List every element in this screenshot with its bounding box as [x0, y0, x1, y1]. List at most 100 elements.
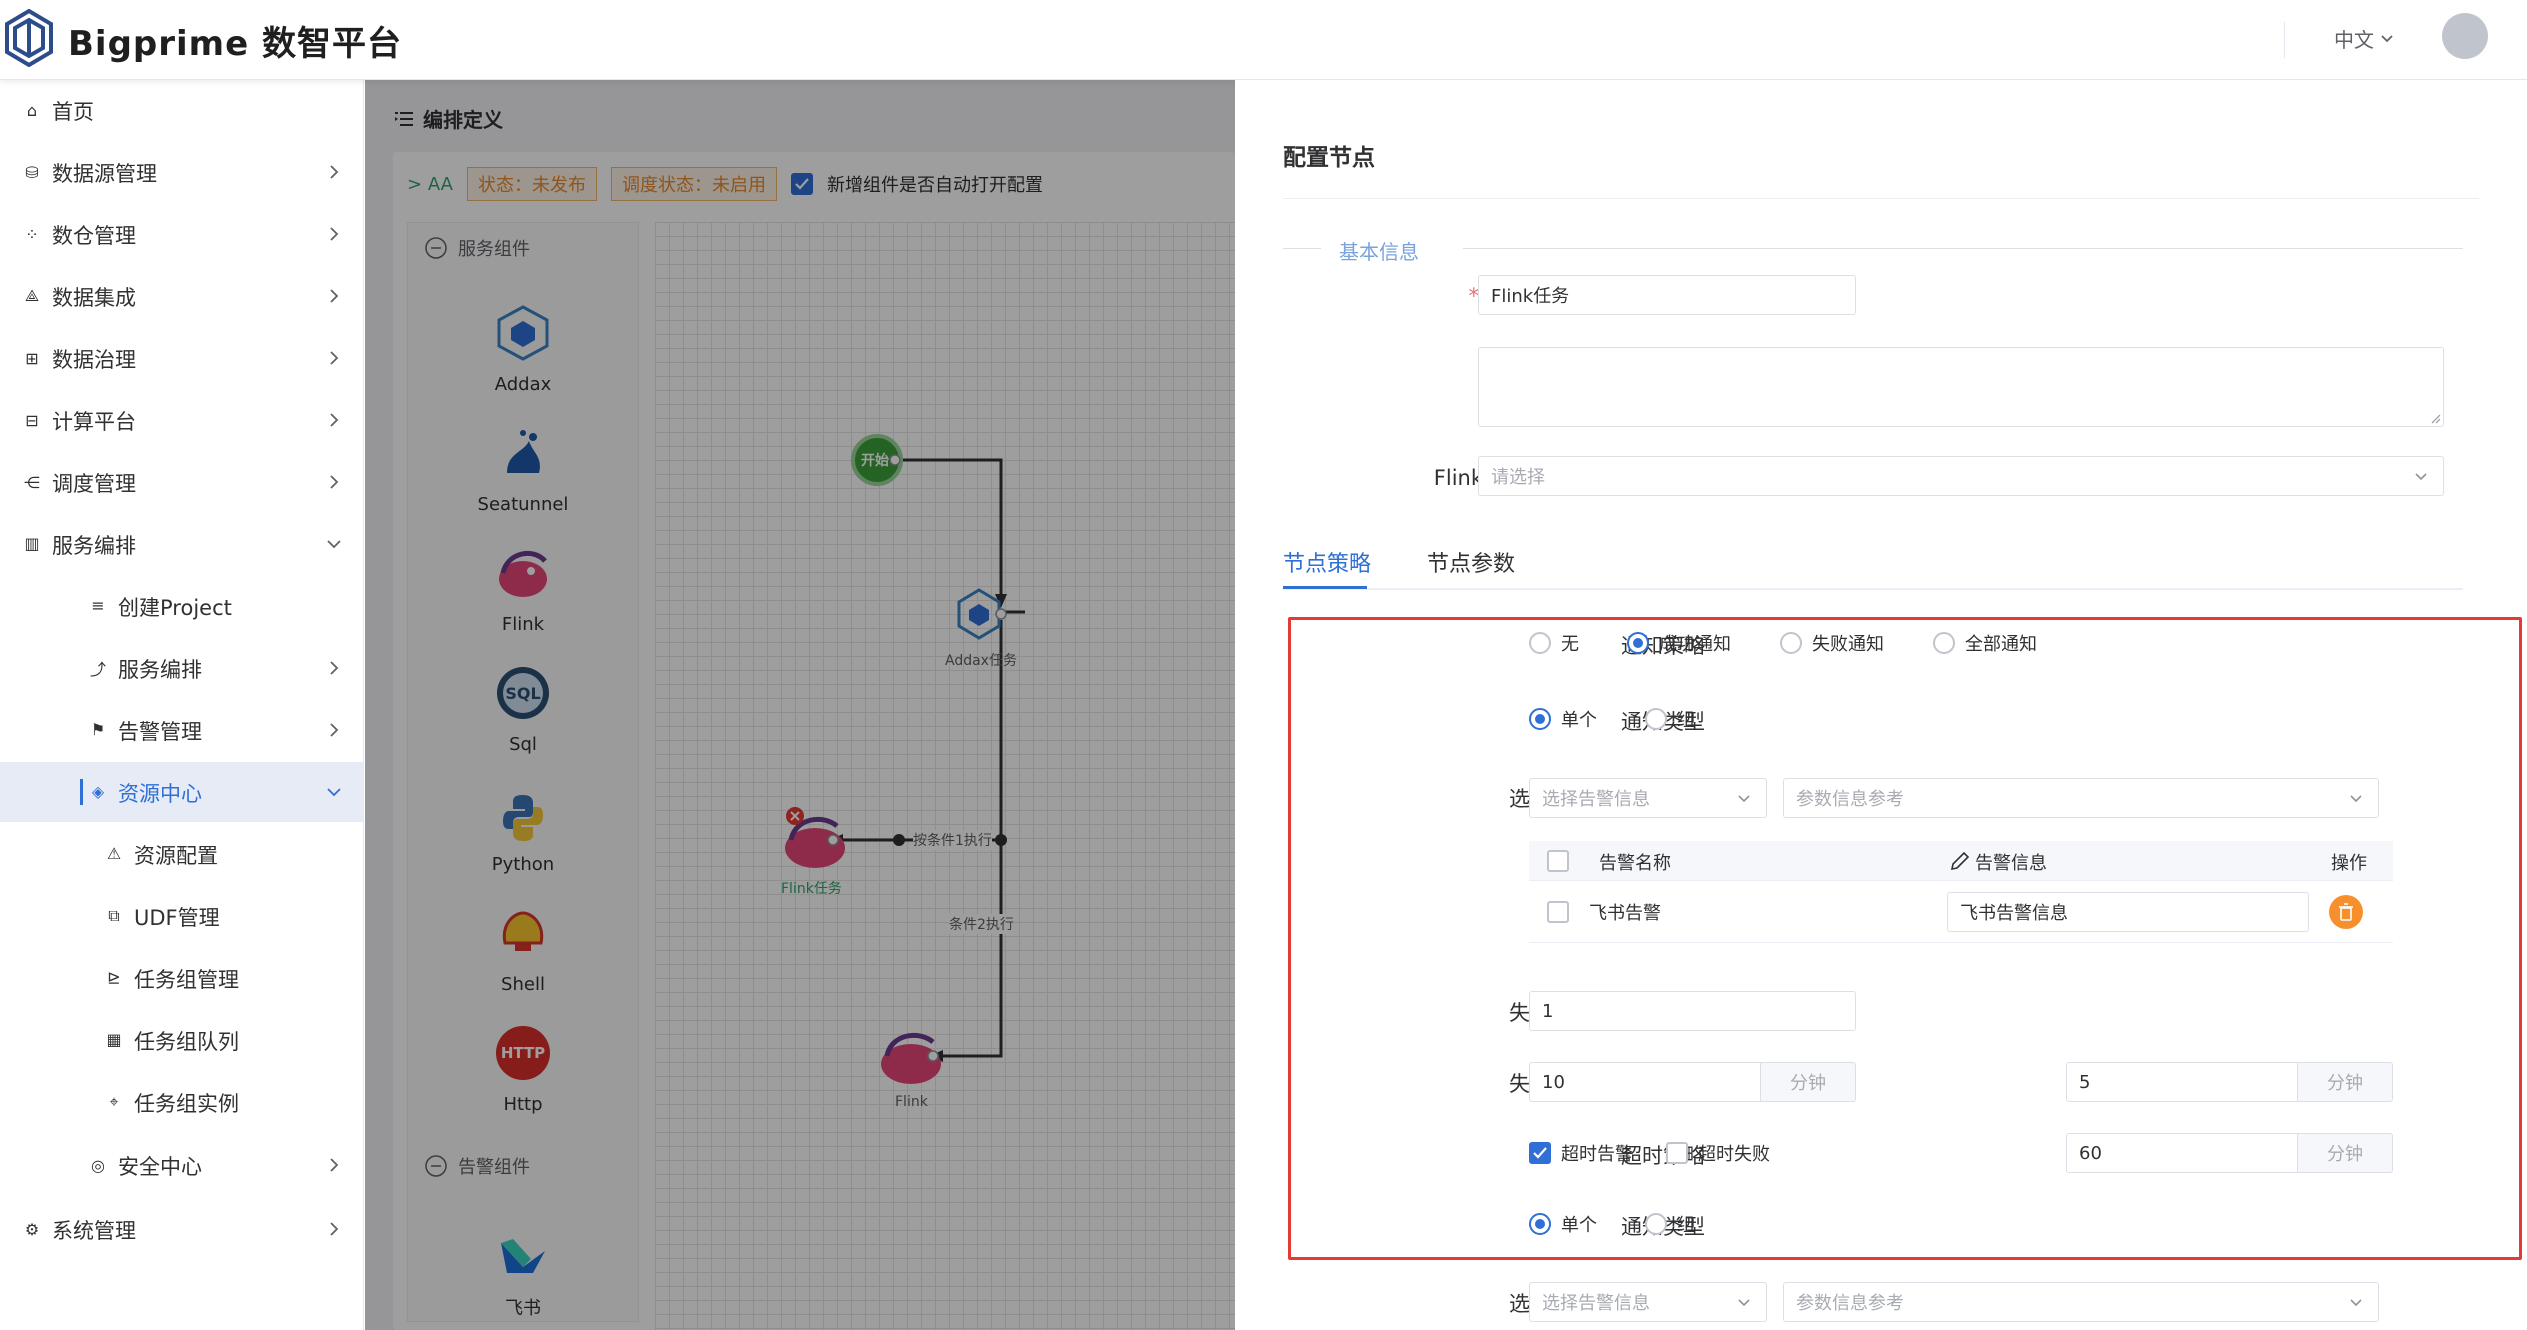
col-alert-info: 告警信息	[1975, 853, 2047, 874]
radio-checked-icon	[1529, 1213, 1551, 1235]
notify-type-group[interactable]: 组	[1645, 706, 1695, 732]
table-row: 飞书告警 飞书告警信息	[1529, 881, 2393, 943]
list-icon: ≡	[91, 596, 105, 616]
component-shell[interactable]: Shell	[458, 903, 588, 995]
svg-text:SQL: SQL	[505, 684, 540, 703]
start-node-label[interactable]: 开始	[861, 450, 889, 470]
select-all-checkbox[interactable]	[1547, 850, 1569, 872]
sidebar-item-label: 告警管理	[118, 719, 202, 744]
notify-policy-none[interactable]: 无	[1529, 630, 1579, 656]
sidebar-item-0[interactable]: ⌂ 首页	[0, 80, 364, 140]
chevron-right-icon	[330, 289, 339, 303]
name-input[interactable]: Flink任务	[1478, 275, 1856, 315]
chevron-down-icon	[1738, 1299, 1750, 1307]
sidebar-item-9[interactable]: ⤴ 服务编排	[0, 638, 364, 698]
component-python[interactable]: Python	[458, 783, 588, 875]
sidebar-item-8[interactable]: ≡ 创建Project	[0, 576, 364, 636]
flow-canvas[interactable]: 开始 Addax任务 Flink任务 Flink 按条件1执行 条件2执行	[655, 222, 1235, 1330]
param-ref-select[interactable]: 参数信息参考	[1783, 778, 2379, 818]
param-ref-2-select[interactable]: 参数信息参考	[1783, 1282, 2379, 1322]
notify-policy-failure[interactable]: 失败通知	[1780, 630, 1884, 656]
notify-type-2-group[interactable]: 组	[1645, 1211, 1695, 1237]
notify-type-2-single[interactable]: 单个	[1529, 1211, 1597, 1237]
sidebar-item-1[interactable]: ⛁ 数据源管理	[0, 142, 364, 202]
component-sql[interactable]: SQL Sql	[458, 663, 588, 755]
sidebar-item-13[interactable]: ⧉ UDF管理	[0, 886, 364, 946]
delete-button[interactable]	[2329, 895, 2363, 929]
notify-policy-all[interactable]: 全部通知	[1933, 630, 2037, 656]
sidebar-item-16[interactable]: ⌖ 任务组实例	[0, 1072, 364, 1132]
sidebar-item-18[interactable]: ⚙ 系统管理	[0, 1199, 364, 1259]
sidebar-item-17[interactable]: ◎ 安全中心	[0, 1135, 364, 1195]
retry-count-input[interactable]: 1	[1529, 991, 1856, 1031]
timeout-length-input[interactable]: 60	[2066, 1133, 2298, 1173]
page-title: 编排定义	[395, 104, 503, 133]
flink-task-select[interactable]: 请选择	[1478, 456, 2444, 496]
config-drawer: 配置节点 基本信息 *名称 Flink任务 描述 Flink任务 请选择 节点策…	[1235, 80, 2527, 1330]
edge-label-condition-2[interactable]: 条件2执行	[949, 914, 1014, 934]
auto-open-checkbox[interactable]	[790, 173, 813, 195]
sidebar-item-10[interactable]: ⚑ 告警管理	[0, 700, 364, 760]
delay-input[interactable]: 5	[2066, 1062, 2298, 1102]
orchestration-card: > AA 状态：未发布 调度状态：未启用 新增组件是否自动打开配置 服务组件 A…	[393, 152, 1235, 1330]
alert-name-cell: 飞书告警	[1589, 903, 1661, 924]
breadcrumb[interactable]: > AA	[407, 174, 453, 195]
alert-info-input[interactable]: 飞书告警信息	[1947, 892, 2309, 932]
row-checkbox[interactable]	[1547, 901, 1569, 923]
description-textarea[interactable]	[1478, 347, 2444, 427]
retry-interval-input[interactable]: 10	[1529, 1062, 1761, 1102]
resize-handle-icon[interactable]	[2429, 412, 2441, 424]
select-alert-select[interactable]: 选择告警信息	[1529, 778, 1767, 818]
checkbox-checked-icon	[1529, 1142, 1551, 1164]
sidebar-item-4[interactable]: ⊞ 数据治理	[0, 328, 364, 388]
sidebar-item-15[interactable]: ▦ 任务组队列	[0, 1010, 364, 1070]
component-addax[interactable]: Addax	[458, 303, 588, 395]
sidebar-item-5[interactable]: ⊟ 计算平台	[0, 390, 364, 450]
retry-interval-unit: 分钟	[1761, 1062, 1856, 1102]
notify-type-single[interactable]: 单个	[1529, 706, 1597, 732]
datasource-icon: ⛁	[25, 162, 39, 182]
check-icon	[795, 178, 809, 190]
chevron-down-icon	[2381, 34, 2393, 42]
flag-icon: ⚑	[90, 720, 106, 740]
sidebar-item-3[interactable]: ⟁ 数据集成	[0, 266, 364, 326]
flink-node-label[interactable]: Flink任务	[781, 878, 842, 898]
timeout-alert-checkbox[interactable]: 超时告警	[1529, 1140, 1633, 1166]
radio-checked-icon	[1529, 708, 1551, 730]
component-flink[interactable]: Flink	[458, 543, 588, 635]
component-http[interactable]: HTTP Http	[458, 1023, 588, 1115]
header-divider	[2284, 22, 2285, 58]
user-avatar[interactable]	[2442, 13, 2488, 59]
home-icon: ⌂	[26, 100, 38, 120]
timeout-fail-checkbox[interactable]: 超时失败	[1666, 1140, 1770, 1166]
sidebar-item-14[interactable]: ⊵ 任务组管理	[0, 948, 364, 1008]
sidebar-item-label: 创建Project	[118, 595, 232, 620]
sidebar-item-7[interactable]: ▥ 服务编排	[0, 514, 364, 574]
select-alert-2-select[interactable]: 选择告警信息	[1529, 1282, 1767, 1322]
edge-label-condition-1[interactable]: 按条件1执行	[913, 830, 992, 850]
component-feishu[interactable]: 飞书	[458, 1223, 588, 1320]
component-seatunnel[interactable]: Seatunnel	[458, 423, 588, 515]
chevron-down-icon	[2350, 1299, 2362, 1307]
sidebar-item-2[interactable]: ⁘ 数仓管理	[0, 204, 364, 264]
flink-node-2-label[interactable]: Flink	[895, 1094, 928, 1110]
delay-unit: 分钟	[2298, 1062, 2393, 1102]
sidebar-item-label: 数仓管理	[52, 224, 136, 249]
addax-node-label[interactable]: Addax任务	[945, 650, 1017, 670]
notify-policy-success[interactable]: 成功通知	[1627, 630, 1731, 656]
service-group-header[interactable]: 服务组件	[424, 235, 530, 261]
tab-node-policy[interactable]: 节点策略	[1283, 546, 1371, 578]
sidebar-item-6[interactable]: ⋲ 调度管理	[0, 452, 364, 512]
language-switch[interactable]: 中文	[2334, 24, 2394, 53]
tab-active-indicator	[1283, 586, 1367, 589]
sidebar-item-11[interactable]: ◈ 资源中心	[0, 761, 364, 822]
config-icon: ⚠	[106, 844, 122, 864]
tab-node-params[interactable]: 节点参数	[1427, 546, 1515, 578]
sidebar-item-12[interactable]: ⚠ 资源配置	[0, 824, 364, 884]
flink-icon	[499, 550, 547, 597]
section-divider-basic: 基本信息	[1283, 236, 2463, 264]
collapse-icon	[425, 237, 447, 259]
alert-group-header[interactable]: 告警组件	[424, 1153, 530, 1179]
logo-icon	[5, 9, 53, 67]
feishu-icon	[501, 1239, 545, 1273]
